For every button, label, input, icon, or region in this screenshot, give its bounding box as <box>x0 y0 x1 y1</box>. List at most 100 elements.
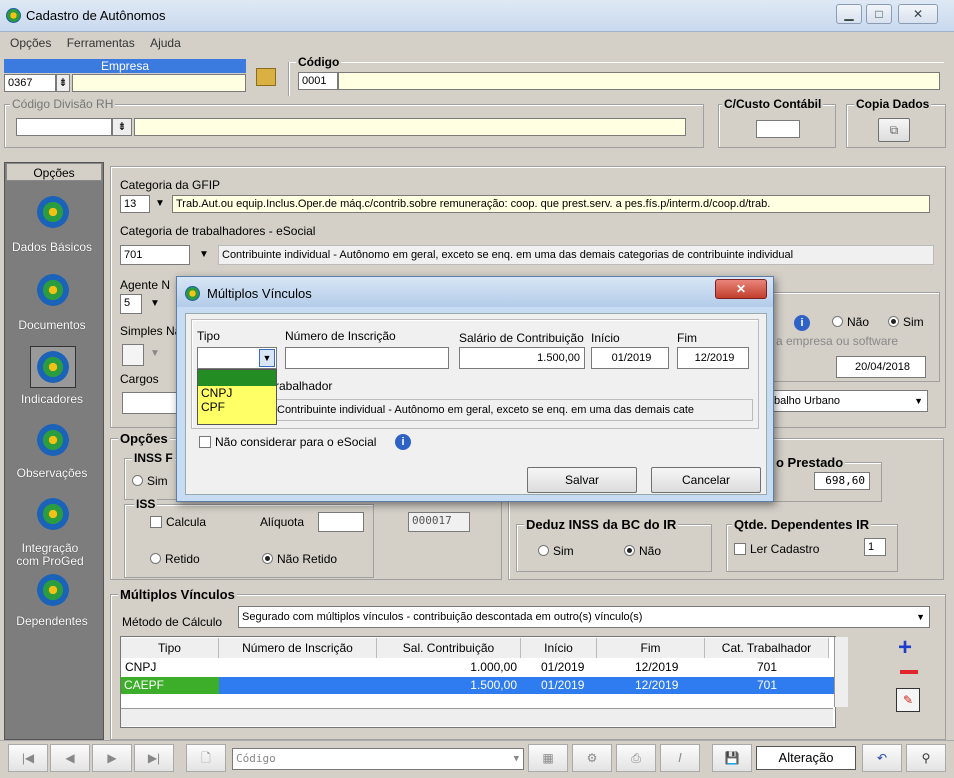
dlg-inicio-label: Início <box>591 331 620 345</box>
date-input[interactable]: 20/04/2018 <box>836 356 926 378</box>
codigo-input[interactable]: 0001 <box>298 72 338 90</box>
dados-basicos-icon[interactable] <box>37 196 69 228</box>
col-numero[interactable]: Número de Inscrição <box>219 638 377 658</box>
add-row-icon[interactable]: + <box>898 636 912 660</box>
metodo-select[interactable]: Segurado com múltiplos vínculos - contri… <box>238 606 930 628</box>
inss-sim-radio[interactable] <box>132 475 143 486</box>
row2-cat: 701 <box>757 678 778 692</box>
dlg-salario-label: Salário de Contribuição <box>459 331 584 345</box>
agente-dropdown-icon[interactable]: ▼ <box>150 298 160 309</box>
radio-sim[interactable] <box>888 316 899 327</box>
empresa-label: Empresa <box>4 59 246 73</box>
sidebar-item-observacoes[interactable]: Observações <box>0 466 104 480</box>
first-record-button[interactable]: |◀ <box>8 744 48 772</box>
table-row[interactable]: CAEPF 1.500,00 01/2019 12/2019 701 <box>121 677 835 694</box>
ler-cadastro-checkbox[interactable] <box>734 543 746 555</box>
col-fim[interactable]: Fim <box>597 638 705 658</box>
dlg-tipo-dropdown-icon[interactable]: ▼ <box>259 349 275 367</box>
dlg-numero-input[interactable] <box>285 347 449 369</box>
menu-opcoes[interactable]: Opções <box>10 36 51 50</box>
gfip-code-input[interactable]: 13 <box>120 195 150 213</box>
empresa-lookup-button[interactable]: ⇟ <box>56 74 70 92</box>
row1-tipo: CNPJ <box>125 660 157 674</box>
divisao-lookup-button[interactable]: ⇟ <box>112 118 132 136</box>
dlg-salario-input[interactable]: 1.500,00 <box>459 347 585 369</box>
urbano-select[interactable]: balho Urbano ▼ <box>770 390 928 412</box>
sidebar-item-integracao[interactable]: Integração com ProGed <box>10 542 90 568</box>
sidebar-item-indicadores[interactable]: Indicadores <box>0 392 104 406</box>
codigo-name-field[interactable] <box>338 72 940 90</box>
deduz-nao-radio[interactable] <box>624 545 635 556</box>
search-codigo-input[interactable]: Código ▼ <box>232 748 524 770</box>
salvar-button[interactable]: Salvar <box>527 467 637 493</box>
save-icon[interactable]: 💾 <box>712 744 752 772</box>
dropdown-empty-option[interactable] <box>198 370 276 386</box>
last-record-button[interactable]: ▶| <box>134 744 174 772</box>
calcula-checkbox[interactable] <box>150 516 162 528</box>
next-record-button[interactable]: ▶ <box>92 744 132 772</box>
horizontal-scrollbar[interactable] <box>121 708 833 726</box>
radio-nao[interactable] <box>832 316 843 327</box>
indicadores-icon[interactable] <box>37 351 69 383</box>
aliquota-input[interactable] <box>318 512 364 532</box>
option-cnpj[interactable]: CNPJ <box>198 386 276 400</box>
col-inicio[interactable]: Início <box>521 638 597 658</box>
binoculars-icon[interactable]: ⚲ <box>906 744 946 772</box>
dlg-fim-input[interactable]: 12/2019 <box>677 347 749 369</box>
nao-retido-radio[interactable] <box>262 553 273 564</box>
opcoes-code-field: 000017 <box>408 512 470 532</box>
col-salario[interactable]: Sal. Contribuição <box>377 638 521 658</box>
custo-label: C/Custo Contábil <box>722 97 824 111</box>
nao-considerar-checkbox[interactable] <box>199 436 211 448</box>
esocial-dropdown-icon[interactable]: ▼ <box>192 245 216 265</box>
prev-record-button[interactable]: ◀ <box>50 744 90 772</box>
italic-icon[interactable]: 𝐼 <box>660 744 700 772</box>
col-tipo[interactable]: Tipo <box>121 638 219 658</box>
copy-data-button[interactable]: ⧉ <box>878 118 910 142</box>
agente-input[interactable]: 5 <box>120 294 142 314</box>
cargos-label: Cargos <box>120 372 159 386</box>
print-icon[interactable]: ⎙ <box>616 744 656 772</box>
custo-input[interactable] <box>756 120 800 138</box>
esocial-code-input[interactable]: 701 <box>120 245 190 265</box>
edit-row-icon[interactable]: ✎ <box>896 688 920 712</box>
empresa-code-input[interactable]: 0367 <box>4 74 56 92</box>
dlg-inicio-input[interactable]: 01/2019 <box>591 347 669 369</box>
option-cpf[interactable]: CPF <box>198 400 276 414</box>
calc-icon[interactable]: ▦ <box>528 744 568 772</box>
undo-icon[interactable]: ↶ <box>862 744 902 772</box>
observacoes-icon[interactable] <box>37 424 69 456</box>
dep-count-input[interactable]: 1 <box>864 538 886 556</box>
col-cat[interactable]: Cat. Trabalhador <box>705 638 829 658</box>
prestado-value[interactable]: 698,60 <box>814 472 870 490</box>
dependentes-icon[interactable] <box>37 574 69 606</box>
menu-ferramentas[interactable]: Ferramentas <box>67 36 135 50</box>
maximize-button[interactable]: □ <box>866 4 892 24</box>
cancelar-button[interactable]: Cancelar <box>651 467 761 493</box>
minimize-button[interactable]: ▁ <box>836 4 862 24</box>
sidebar-item-dados-basicos[interactable]: Dados Básicos <box>0 240 104 254</box>
cargos-input[interactable] <box>122 392 178 414</box>
row2-tipo: CAEPF <box>121 677 219 694</box>
settings-icon[interactable]: ⚙ <box>572 744 612 772</box>
menu-ajuda[interactable]: Ajuda <box>150 36 181 50</box>
software-hint: a empresa ou software <box>776 334 899 348</box>
sidebar-item-documentos[interactable]: Documentos <box>0 318 104 332</box>
retido-radio[interactable] <box>150 553 161 564</box>
close-button[interactable]: ✕ <box>898 4 938 24</box>
simples-dropdown-icon[interactable]: ▼ <box>150 348 160 359</box>
remove-row-icon[interactable] <box>900 670 918 674</box>
new-document-icon[interactable]: 🗋 <box>186 744 226 772</box>
documentos-icon[interactable] <box>37 274 69 306</box>
deduz-sim-radio[interactable] <box>538 545 549 556</box>
divisao-code-input[interactable] <box>16 118 112 136</box>
info-icon[interactable]: i <box>395 434 411 450</box>
table-row[interactable]: CNPJ 1.000,00 01/2019 12/2019 701 <box>121 659 829 676</box>
gfip-dropdown-icon[interactable]: ▼ <box>150 195 170 213</box>
sidebar-item-dependentes[interactable]: Dependentes <box>0 614 104 628</box>
simples-input[interactable] <box>122 344 144 366</box>
dialog-close-button[interactable]: ✕ <box>715 279 767 299</box>
vertical-scrollbar[interactable] <box>834 637 848 707</box>
integracao-icon[interactable] <box>37 498 69 530</box>
open-folder-icon[interactable] <box>256 68 276 86</box>
